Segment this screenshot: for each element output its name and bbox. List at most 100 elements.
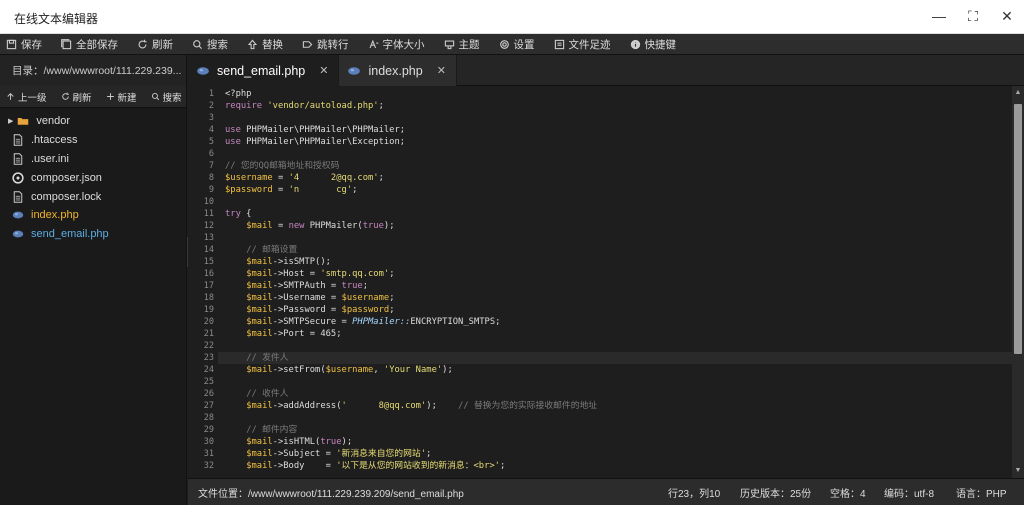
line-number: 31 xyxy=(203,449,214,459)
sidebar-action-label: 搜索 xyxy=(162,92,182,104)
file-tree-item[interactable]: composer.json xyxy=(0,168,186,187)
file-tree-item[interactable]: ▶ vendor xyxy=(0,112,186,131)
line-number-gutter: 1 2 3 4 5 6 7 8 9 10 11 12 13 14 15 16 17 18 19 20 21 22 23 24 2… xyxy=(188,86,218,478)
line-number: 3 xyxy=(208,113,214,123)
toolbar-info-button[interactable]: 快捷键 xyxy=(630,37,676,52)
sidebar-plus-button[interactable]: 新建 xyxy=(106,90,137,104)
line-number: 7 xyxy=(208,161,214,171)
toolbar-goto-line-button[interactable]: 跳转行 xyxy=(302,37,349,52)
toolbar-replace-button[interactable]: 替换 xyxy=(247,37,283,52)
close-tab-icon[interactable]: ✕ xyxy=(437,64,446,77)
code-line[interactable]: $mail->Port = 465; xyxy=(225,328,341,340)
tab-send_email-php[interactable]: send_email.php ✕ xyxy=(188,55,340,86)
tab-bar: send_email.php ✕ index.php ✕ xyxy=(188,55,1024,86)
code-line[interactable]: // 邮件内容 xyxy=(225,424,297,436)
scrollbar-thumb[interactable] xyxy=(1014,104,1022,354)
close-button[interactable]: ✕ xyxy=(998,6,1016,26)
scroll-up-icon[interactable]: ▲ xyxy=(1014,89,1022,97)
code-line[interactable]: $mail = new PHPMailer(true); xyxy=(225,220,394,232)
code-line[interactable]: $mail->setFrom($username, 'Your Name'); xyxy=(225,364,453,376)
toolbar-save-all-button[interactable]: 全部保存 xyxy=(61,37,118,52)
toolbar-font-size-button[interactable]: 字体大小 xyxy=(368,37,425,52)
file-tree-item[interactable]: composer.lock xyxy=(0,187,186,206)
code-line[interactable]: $mail->isSMTP(); xyxy=(225,256,331,268)
code-line[interactable]: $mail->SMTPAuth = true; xyxy=(225,280,368,292)
code-line[interactable]: $mail->Subject = '新消息来自您的网站'; xyxy=(225,448,431,460)
expand-arrow-icon[interactable]: ▶ xyxy=(8,117,13,125)
toolbar-gear-button[interactable]: 设置 xyxy=(499,37,535,52)
replace-icon xyxy=(247,39,258,49)
code-line[interactable]: $mail->addAddress(' 8@qq.com'); // 替换为您的… xyxy=(225,400,597,412)
code-line[interactable]: require 'vendor/autoload.php'; xyxy=(225,100,384,112)
current-line-highlight xyxy=(218,352,1012,364)
file-tree-item[interactable]: index.php xyxy=(0,206,186,225)
toolbar-label: 字体大小 xyxy=(382,38,425,51)
toolbar-label: 刷新 xyxy=(152,38,173,51)
code-line[interactable]: $mail->SMTPSecure = PHPMailer::ENCRYPTIO… xyxy=(225,316,500,328)
line-number: 17 xyxy=(203,281,214,291)
line-number: 12 xyxy=(203,221,214,231)
sidebar-actions: 上一级 刷新 新建 搜索 xyxy=(0,86,186,108)
theme-icon xyxy=(444,40,454,49)
code-line[interactable]: $mail->Host = 'smtp.qq.com'; xyxy=(225,268,394,280)
status-indent[interactable]: 空格：4 xyxy=(830,485,866,500)
toolbar-save-button[interactable]: 保存 xyxy=(6,37,42,52)
code-line[interactable]: // 发件人 xyxy=(225,352,288,364)
file-tree-item[interactable]: .htaccess xyxy=(0,131,186,150)
code-editor[interactable]: 1 2 3 4 5 6 7 8 9 10 11 12 13 14 15 16 17 18 19 20 21 22 23 24 2… xyxy=(188,86,1012,478)
json-file-icon xyxy=(12,172,24,184)
code-line[interactable]: $password = 'n cg'; xyxy=(225,184,357,196)
tab-label: send_email.php xyxy=(217,63,306,78)
title-bar: 在线文本编辑器 — ⛶ ✕ xyxy=(0,0,1024,34)
status-history[interactable]: 历史版本：25份 xyxy=(740,485,811,500)
sidebar-search-button[interactable]: 搜索 xyxy=(151,90,182,104)
line-number: 16 xyxy=(203,269,214,279)
line-number: 26 xyxy=(203,389,214,399)
code-line[interactable]: $mail->Body = '以下是从您的网站收到的新消息：<br>'; xyxy=(225,460,505,472)
code-line[interactable]: try { xyxy=(225,208,251,220)
vertical-scrollbar[interactable]: ▲ ▼ xyxy=(1012,86,1024,478)
refresh-icon xyxy=(138,39,147,48)
toolbar-label: 全部保存 xyxy=(76,38,118,51)
close-tab-icon[interactable]: ✕ xyxy=(319,64,328,77)
code-line[interactable]: use PHPMailer\PHPMailer\PHPMailer; xyxy=(225,124,405,136)
file-tree-item[interactable]: .user.ini xyxy=(0,150,186,169)
maximize-button[interactable]: ⛶ xyxy=(964,6,982,26)
toolbar-search-button[interactable]: 搜索 xyxy=(192,37,228,52)
code-line[interactable]: // 邮箱设置 xyxy=(225,244,297,256)
toolbar-history-button[interactable]: 文件足迹 xyxy=(554,37,611,52)
toolbar-theme-button[interactable]: 主题 xyxy=(444,37,480,52)
folder-icon xyxy=(17,115,29,127)
line-number: 15 xyxy=(203,257,214,267)
status-language[interactable]: 语言：PHP xyxy=(956,485,1007,500)
tab-index-php[interactable]: index.php ✕ xyxy=(339,55,457,86)
line-number: 11 xyxy=(203,209,214,219)
file-tree-item[interactable]: send_email.php xyxy=(0,225,186,244)
code-line[interactable]: $mail->Password = $password; xyxy=(225,304,394,316)
editor-window: 在线文本编辑器 — ⛶ ✕ 保存 全部保存 刷新 搜索 替换 跳转行 字体大小 主题 设置 文件足… xyxy=(0,0,1024,505)
code-line[interactable]: // 收件人 xyxy=(225,388,288,400)
line-number: 23 xyxy=(203,353,214,363)
line-number: 28 xyxy=(203,413,214,423)
file-name: index.php xyxy=(31,209,79,222)
code-line[interactable]: $username = '4 2@qq.com'; xyxy=(225,172,384,184)
toolbar-refresh-button[interactable]: 刷新 xyxy=(137,37,173,52)
status-encoding[interactable]: 编码：utf-8 xyxy=(884,485,934,500)
code-line[interactable]: // 您的QQ邮箱地址和授权码 xyxy=(225,160,339,172)
code-line[interactable]: $mail->Username = $username; xyxy=(225,292,394,304)
scroll-down-icon[interactable]: ▼ xyxy=(1014,467,1022,475)
line-number: 6 xyxy=(208,149,214,159)
sidebar-action-label: 刷新 xyxy=(72,92,92,104)
code-line[interactable]: use PHPMailer\PHPMailer\Exception; xyxy=(225,136,405,148)
line-number: 21 xyxy=(203,329,214,339)
file-name: send_email.php xyxy=(31,228,109,241)
status-position[interactable]: 行23，列10 xyxy=(668,485,720,500)
minimize-button[interactable]: — xyxy=(930,6,948,26)
search-icon xyxy=(193,39,203,49)
code-line[interactable]: <?php xyxy=(225,88,251,100)
sidebar-arrow-up-button[interactable]: 上一级 xyxy=(6,90,47,104)
line-number: 22 xyxy=(203,341,214,351)
code-line[interactable]: $mail->isHTML(true); xyxy=(225,436,352,448)
sidebar-refresh-button[interactable]: 刷新 xyxy=(61,90,92,104)
file-name: .htaccess xyxy=(31,134,78,147)
